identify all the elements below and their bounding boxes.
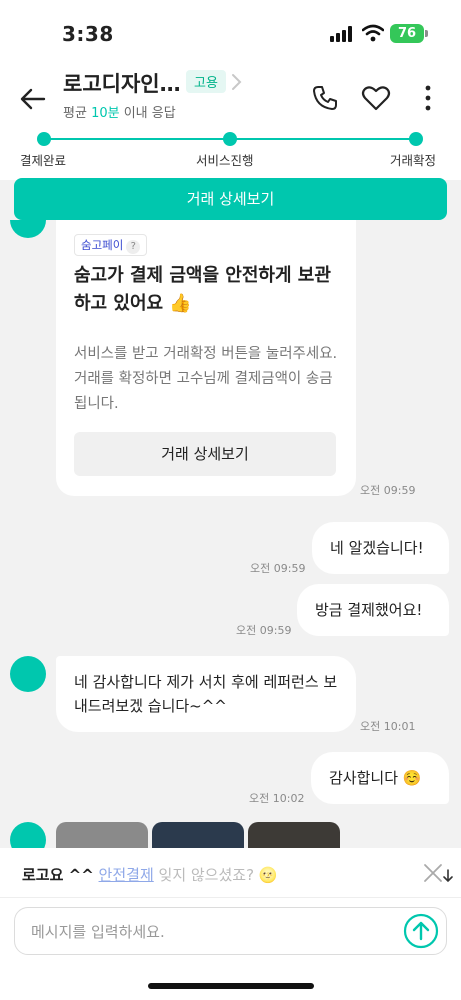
wifi-icon [362,24,384,42]
provider-avatar[interactable] [10,656,46,692]
back-arrow-icon[interactable] [18,84,48,114]
message-timestamp: 오전 09:59 [236,624,292,637]
message-timestamp: 오전 10:01 [360,720,416,733]
message-bubble-mine[interactable]: 방금 결제했어요! [297,584,449,636]
send-arrow-icon[interactable] [403,913,439,949]
provider-avatar[interactable] [10,220,46,238]
message-suggestion-bar[interactable]: 로고요 ^^ 안전결제 잊지 않으셨죠? 🌝 [0,848,461,898]
progress-dot-confirmed [409,132,423,146]
step-label-confirmed: 거래확정 [390,153,437,168]
chat-thread[interactable]: 숨고페이? 숨고가 결제 금액을 안전하게 보관하고 있어요 👍 서비스를 받고… [0,220,461,848]
suggestion-text: 로고요 ^^ 안전결제 잊지 않으셨죠? 🌝 [22,866,278,884]
battery-indicator: 76 [390,24,424,43]
message-bubble-mine[interactable]: 감사합니다 ☺️ [311,752,449,804]
card-deal-detail-button[interactable]: 거래 상세보기 [74,432,336,476]
heart-icon[interactable] [361,84,391,112]
step-label-paid: 결제완료 [20,153,67,168]
deal-detail-banner-button[interactable]: 거래 상세보기 [14,178,447,220]
card-description: 서비스를 받고 거래확정 버튼을 눌러주세요. 거래를 확정하면 고수님께 결제… [74,346,338,412]
reference-photo-thumbnail[interactable] [56,822,148,848]
soomgo-pay-chip[interactable]: 숨고페이? [74,234,148,256]
chat-header: 로고디자인… 고용 평균 10분 이내 응답 결제완료 서비스진행 거래확정 [0,62,461,180]
message-input[interactable] [31,920,391,944]
cellular-signal-icon [330,26,352,42]
message-bubble-theirs[interactable]: 네 감사합니다 제가 서치 후에 레퍼런스 보내드려보겠 습니다~^^ [56,656,356,732]
reference-photo-thumbnail[interactable] [248,822,340,848]
step-label-in-progress: 서비스진행 [196,153,254,168]
chevron-right-icon[interactable] [228,72,244,92]
progress-dot-paid [37,132,51,146]
provider-avatar[interactable] [10,822,46,848]
reference-photo-thumbnail[interactable] [152,822,244,848]
safe-payment-card: 숨고페이? 숨고가 결제 금액을 안전하게 보관하고 있어요 👍 서비스를 받고… [56,220,356,496]
status-bar: 3:38 76 [0,0,461,62]
progress-dot-in-progress [223,132,237,146]
composer [0,898,461,1000]
battery-cap [425,30,428,37]
home-indicator [148,983,314,989]
phone-icon[interactable] [311,84,339,112]
status-time: 3:38 [62,22,114,46]
message-timestamp: 오전 09:59 [360,484,416,497]
hire-status-badge: 고용 [186,70,226,93]
message-bubble-mine[interactable]: 네 알겠습니다! [312,522,449,574]
card-title: 숨고가 결제 금액을 안전하게 보관하고 있어요 👍 [74,265,331,314]
response-time: 평균 10분 이내 응답 [63,106,176,121]
chat-title[interactable]: 로고디자인… [63,68,181,98]
message-timestamp: 오전 09:59 [250,562,306,575]
message-timestamp: 오전 10:02 [249,792,305,805]
close-icon[interactable] [422,862,454,884]
message-input-box[interactable] [14,907,447,955]
help-icon[interactable]: ? [126,240,141,254]
more-vertical-icon[interactable] [420,84,436,112]
